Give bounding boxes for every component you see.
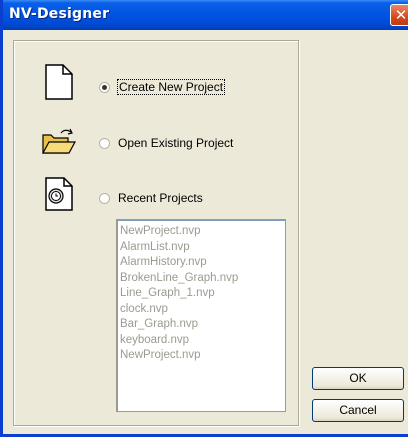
list-item[interactable]: AlarmList.nvp xyxy=(120,240,285,256)
create-new-project-label[interactable]: Create New Project xyxy=(116,79,226,95)
list-item[interactable]: clock.nvp xyxy=(120,302,285,318)
new-document-icon xyxy=(45,64,73,100)
dialog-window: NV-Designer ✕ Create New Project Open Ex… xyxy=(0,0,408,437)
list-item[interactable]: BrokenLine_Graph.nvp xyxy=(120,271,285,287)
ok-button[interactable]: OK xyxy=(312,367,404,390)
list-item[interactable]: Bar_Graph.nvp xyxy=(120,317,285,333)
list-item[interactable]: NewProject.nvp xyxy=(120,224,285,240)
close-button[interactable]: ✕ xyxy=(390,4,408,26)
create-new-project-radio[interactable] xyxy=(99,81,110,93)
open-folder-icon xyxy=(41,128,77,154)
title-bar[interactable]: NV-Designer ✕ xyxy=(3,0,408,30)
list-item[interactable]: AlarmHistory.nvp xyxy=(120,255,285,271)
recent-projects-list[interactable]: NewProject.nvp AlarmList.nvp AlarmHistor… xyxy=(116,219,286,412)
open-existing-project-radio[interactable] xyxy=(99,137,110,149)
create-new-project-option[interactable]: Create New Project xyxy=(99,79,226,95)
open-existing-project-option[interactable]: Open Existing Project xyxy=(99,136,233,150)
open-existing-project-label[interactable]: Open Existing Project xyxy=(118,136,233,150)
recent-document-icon xyxy=(45,177,73,211)
list-item[interactable]: Line_Graph_1.nvp xyxy=(120,286,285,302)
recent-projects-option[interactable]: Recent Projects xyxy=(99,191,203,205)
list-item[interactable]: keyboard.nvp xyxy=(120,333,285,349)
list-item[interactable]: NewProject.nvp xyxy=(120,348,285,364)
window-title: NV-Designer xyxy=(9,6,110,22)
cancel-button[interactable]: Cancel xyxy=(312,399,404,422)
recent-projects-radio[interactable] xyxy=(99,192,110,204)
recent-projects-label[interactable]: Recent Projects xyxy=(118,191,203,205)
close-icon: ✕ xyxy=(394,6,408,24)
